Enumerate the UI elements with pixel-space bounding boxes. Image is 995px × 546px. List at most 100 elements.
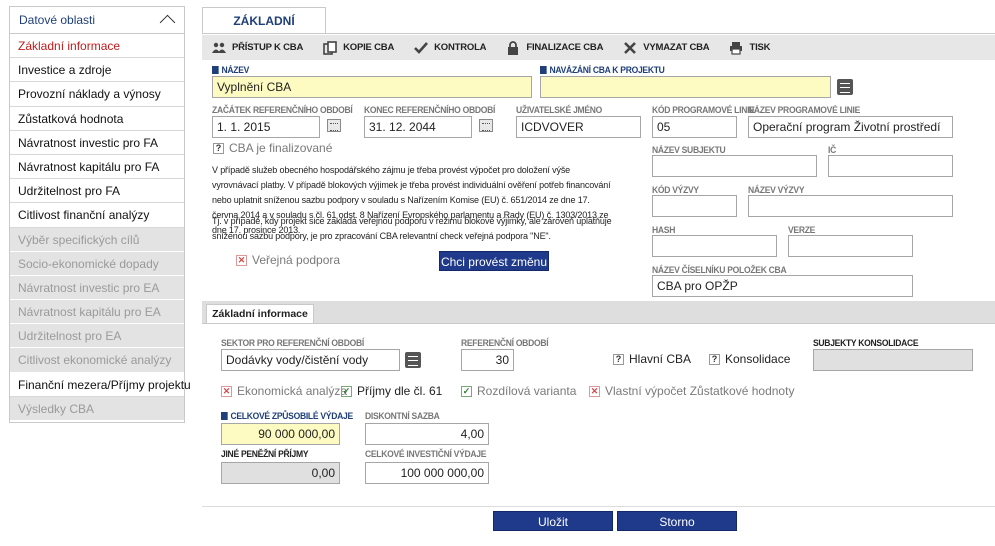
question-icon: ? — [613, 353, 624, 365]
sidebar-item: Výsledky CBA — [10, 396, 184, 421]
sidebar-item[interactable]: Základní informace — [10, 34, 184, 59]
name-input[interactable]: Vyplnění CBA — [212, 76, 532, 98]
chevron-up-icon[interactable] — [161, 17, 175, 31]
close-icon — [623, 41, 637, 55]
economic-analysis-checkbox[interactable]: ✕ Ekonomická analýza — [221, 384, 347, 398]
period-end-input[interactable]: 31. 12. 2044 — [364, 116, 472, 138]
codebook-input[interactable]: CBA pro OPŽP — [652, 275, 913, 297]
version-label: VERZE — [788, 225, 816, 235]
section-tab-strip — [202, 301, 995, 323]
program-name-label: NÁZEV PROGRAMOVÉ LINIE — [748, 105, 861, 115]
print-label: TISK — [749, 42, 771, 53]
print-button[interactable]: TISK — [719, 35, 780, 60]
delete-cba-label: VYMAZAT CBA — [643, 42, 710, 53]
total-investment-label: CELKOVÉ INVESTIČNÍ VÝDAJE — [365, 449, 487, 459]
total-eligible-label: CELKOVÉ ZPŮSOBILÉ VÝDAJE — [221, 411, 353, 421]
finalized-checkbox[interactable]: ? CBA je finalizované — [213, 141, 332, 155]
divider — [202, 33, 995, 34]
required-icon — [540, 66, 547, 74]
username-label: UŽIVATELSKÉ JMÉNO — [516, 105, 603, 115]
finalize-cba-button[interactable]: FINALIZACE CBA — [496, 35, 613, 60]
consolidation-checkbox[interactable]: ? Konsolidace — [709, 352, 790, 366]
copy-cba-label: KOPIE CBA — [343, 42, 395, 53]
program-code-input[interactable]: 05 — [652, 116, 737, 138]
tab-zakladni-informace[interactable]: ZÁKLADNÍ INFORMACE — [202, 7, 326, 55]
sidebar-item[interactable]: Zůstatková hodnota — [10, 107, 184, 131]
subject-name-label: NÁZEV SUBJEKTU — [652, 145, 726, 155]
sidebar-item[interactable]: Návratnost kapitálu pro FA — [10, 155, 184, 180]
list-icon[interactable] — [837, 79, 853, 95]
delete-cba-button[interactable]: VYMAZAT CBA — [613, 35, 719, 60]
calendar-icon[interactable] — [479, 119, 493, 132]
project-link-label: NAVÁZÁNÍ CBA K PROJEKTU — [540, 65, 665, 75]
project-link-input[interactable] — [540, 76, 831, 98]
users-icon — [212, 41, 226, 55]
total-eligible-input[interactable]: 90 000 000,00 — [221, 423, 340, 445]
program-code-label: KÓD PROGRAMOVÉ LINIE — [652, 105, 755, 115]
checkmark-icon: ✓ — [461, 385, 472, 397]
hash-input[interactable] — [652, 235, 777, 257]
main-cba-checkbox[interactable]: ? Hlavní CBA — [613, 352, 691, 366]
sidebar-item[interactable]: Investice a zdroje — [10, 58, 184, 83]
period-start-input[interactable]: 1. 1. 2015 — [212, 116, 320, 138]
copy-cba-button[interactable]: KOPIE CBA — [313, 35, 404, 60]
call-name-input[interactable] — [748, 195, 953, 217]
check-button[interactable]: KONTROLA — [404, 35, 496, 60]
printer-icon — [729, 41, 743, 55]
sidebar-title: Datové oblasti — [19, 13, 96, 27]
differential-variant-checkbox[interactable]: ✓ Rozdílová varianta — [461, 384, 576, 398]
income-art61-checkbox[interactable]: ✓ Příjmy dle čl. 61 — [341, 384, 442, 398]
state-aid-checkbox[interactable]: ✕ Veřejná podpora — [236, 253, 340, 267]
consolidation-subjects-label: SUBJEKTY KONSOLIDACE — [813, 338, 919, 348]
discount-rate-input[interactable]: 4,00 — [365, 423, 489, 445]
tab-section-basic-info[interactable]: Základní informace — [206, 304, 314, 324]
finalize-cba-label: FINALIZACE CBA — [526, 42, 604, 53]
reference-period-input[interactable]: 30 — [461, 349, 514, 371]
version-input[interactable] — [788, 235, 913, 257]
call-code-input[interactable] — [652, 195, 737, 217]
sector-label: SEKTOR PRO REFERENČNÍ OBDOBÍ — [221, 338, 364, 348]
sidebar-item: Udržitelnost pro EA — [10, 324, 184, 349]
name-label: NÁZEV — [212, 65, 249, 75]
consolidation-subjects-input[interactable] — [813, 349, 973, 371]
sidebar-header[interactable]: Datové oblasti — [10, 7, 184, 34]
other-income-label: JINÉ PENĚŽNÍ PŘÍJMY — [221, 449, 309, 459]
ic-input[interactable] — [828, 155, 953, 177]
sidebar-item[interactable]: Provozní náklady a výnosy — [10, 82, 184, 107]
cancel-button[interactable]: Storno — [617, 511, 737, 531]
note-reduced-rate: Tj. v případě, kdy projekt sice zakládá … — [212, 216, 612, 241]
sidebar-item[interactable]: Udržitelnost pro FA — [10, 179, 184, 204]
question-icon: ? — [213, 142, 224, 154]
sidebar-item[interactable]: Finanční mezera/Příjmy projektu — [10, 373, 191, 397]
cross-icon: ✕ — [221, 385, 232, 397]
period-start-label: ZAČÁTEK REFERENČNÍHO OBDOBÍ — [212, 105, 353, 115]
access-cba-button[interactable]: PŘÍSTUP K CBA — [202, 35, 313, 60]
calendar-icon[interactable] — [327, 119, 341, 132]
reference-period-label: REFERENČNÍ OBDOBÍ — [461, 338, 549, 348]
check-label: KONTROLA — [434, 42, 487, 53]
total-investment-input[interactable]: 100 000 000,00 — [365, 462, 489, 484]
discount-rate-label: DISKONTNÍ SAZBA — [365, 411, 440, 421]
change-button[interactable]: Chci provést změnu — [439, 251, 549, 271]
program-name-input[interactable]: Operační program Životní prostředí — [748, 116, 953, 138]
toolbar: PŘÍSTUP K CBA KOPIE CBA KONTROLA FINALIZ… — [202, 35, 995, 60]
sidebar-item[interactable]: Návratnost investic pro FA — [10, 131, 184, 155]
required-icon — [212, 66, 219, 74]
list-icon[interactable] — [405, 352, 421, 368]
sidebar-item: Výběr specifických cílů — [10, 227, 184, 252]
sector-input[interactable]: Dodávky vody/čistění vody — [221, 349, 400, 371]
cross-icon: ✕ — [236, 254, 247, 266]
cross-icon: ✕ — [589, 385, 600, 397]
other-income-input[interactable]: 0,00 — [221, 462, 340, 484]
data-areas-sidebar: Datové oblasti Základní informace Investi… — [9, 6, 191, 423]
subject-name-input[interactable] — [652, 155, 817, 177]
save-button[interactable]: Uložit — [493, 511, 613, 531]
checkmark-icon: ✓ — [341, 385, 352, 397]
question-icon: ? — [709, 353, 720, 365]
sidebar-list: Základní informace Investice a zdroje Prov… — [10, 34, 191, 421]
sidebar-item[interactable]: Citlivost finanční analýzy — [10, 203, 184, 228]
ic-label: IČ — [828, 145, 836, 155]
own-residual-value-checkbox[interactable]: ✕ Vlastní výpočet Zůstatkové hodnoty — [589, 384, 794, 398]
username-input[interactable]: ICDVOVER — [516, 116, 641, 138]
call-name-label: NÁZEV VÝZVY — [748, 185, 805, 195]
